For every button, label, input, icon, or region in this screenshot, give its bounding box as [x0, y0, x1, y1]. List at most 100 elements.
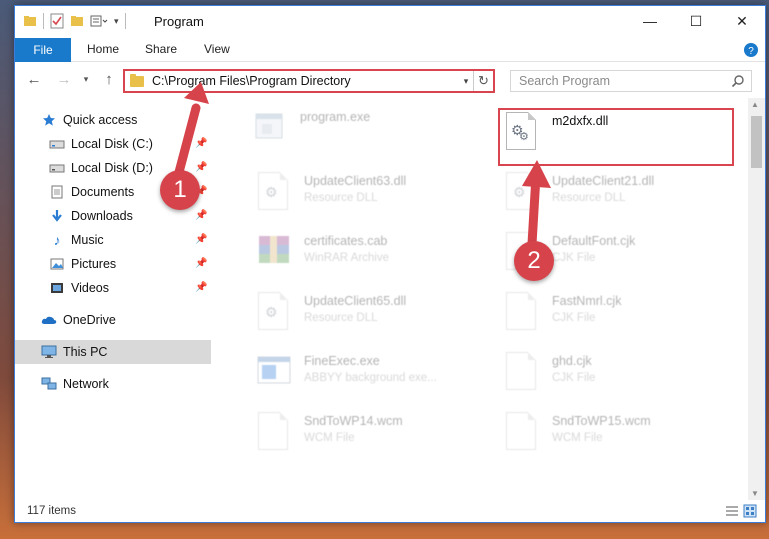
folder-icon [24, 16, 36, 26]
file-name: program.exe [300, 110, 371, 124]
sidebar-item-onedrive[interactable]: OneDrive [15, 308, 211, 332]
sidebar-item-label: Quick access [63, 113, 138, 127]
address-path[interactable]: C:\Program Files\Program Directory [152, 74, 459, 88]
tab-file[interactable]: File [15, 38, 71, 62]
tab-home[interactable]: Home [87, 42, 119, 56]
sidebar-item-label: Downloads [71, 209, 133, 223]
sidebar-item-label: Music [71, 233, 104, 247]
file-type: WCM File [304, 432, 355, 444]
file-type: WinRAR Archive [304, 252, 389, 264]
file-name: SndToWP14.wcm [304, 414, 403, 428]
sidebar-item-quick-access[interactable]: Quick access [15, 108, 211, 132]
help-icon[interactable]: ? [743, 42, 759, 58]
svg-text:?: ? [748, 46, 754, 57]
sidebar-item-network[interactable]: Network [15, 372, 211, 396]
refresh-icon[interactable]: ↻ [473, 71, 493, 91]
details-view-icon[interactable] [725, 504, 739, 518]
pin-icon[interactable]: 📌 [195, 162, 207, 173]
file-list: program.exe ⚙ ⚙ m2dxfx.dll ⚙ UpdateClien… [230, 98, 745, 498]
file-item[interactable]: FineExec.exe ABBYY background exe... [254, 350, 494, 400]
pin-icon[interactable]: 📌 [195, 138, 207, 149]
sidebar-item-label: OneDrive [63, 313, 116, 327]
file-name: certificates.cab [304, 234, 388, 248]
file-name: UpdateClient65.dll [304, 294, 407, 308]
file-item[interactable]: program.exe [250, 106, 490, 156]
file-explorer-window: ▾ Program — ☐ ✕ File Home Share View ? ←… [14, 5, 766, 523]
vertical-scrollbar[interactable]: ▲ ▼ [748, 98, 765, 500]
file-name: SndToWP15.wcm [552, 414, 651, 428]
drive-icon [49, 136, 65, 152]
sidebar-item-pictures[interactable]: Pictures 📌 [15, 252, 211, 276]
dll-gear-icon: ⚙ [502, 170, 542, 214]
file-type: Resource DLL [552, 192, 626, 204]
blank-file-icon [254, 410, 294, 454]
navigation-bar: ← → ▾ ↑ C:\Program Files\Program Directo… [15, 63, 765, 97]
exe-icon [250, 106, 290, 150]
recent-locations-icon[interactable]: ▾ [76, 69, 96, 89]
sidebar-item-videos[interactable]: Videos 📌 [15, 276, 211, 300]
toolbar-divider [43, 13, 44, 29]
file-item[interactable]: ⚙ UpdateClient63.dll Resource DLL [254, 170, 494, 220]
file-item[interactable]: ⚙ UpdateClient21.dll Resource DLL [502, 170, 742, 220]
file-highlight-box [498, 108, 734, 166]
pin-icon[interactable]: 📌 [195, 282, 207, 293]
item-count: 117 items [27, 505, 77, 517]
file-item[interactable]: FastNmrl.cjk CJK File [502, 290, 742, 340]
sidebar-item-label: This PC [63, 345, 108, 359]
up-arrow-icon[interactable]: ↑ [99, 69, 119, 89]
back-arrow-icon[interactable]: ← [24, 69, 44, 89]
sidebar-item-local-disk-c[interactable]: Local Disk (C:) 📌 [15, 132, 211, 156]
address-dropdown-icon[interactable]: ▾ [459, 76, 473, 87]
new-folder-icon[interactable] [70, 14, 84, 28]
pin-icon[interactable]: 📌 [195, 258, 207, 269]
file-type: ABBYY background exe... [304, 372, 437, 384]
file-item[interactable]: ghd.cjk CJK File [502, 350, 742, 400]
quick-access-toolbar: ▾ [23, 13, 126, 29]
maximize-button[interactable]: ☐ [673, 6, 719, 36]
pictures-icon [49, 256, 65, 272]
minimize-button[interactable]: — [627, 6, 673, 36]
file-item[interactable]: ⚙ UpdateClient65.dll Resource DLL [254, 290, 494, 340]
qat-dropdown-icon[interactable]: ▾ [114, 16, 119, 27]
customize-icon[interactable] [90, 14, 108, 28]
forward-arrow-icon[interactable]: → [54, 69, 74, 89]
search-icon[interactable] [731, 74, 745, 88]
pin-icon[interactable]: 📌 [195, 210, 207, 221]
window-title: Program [154, 14, 204, 29]
sidebar-item-label: Pictures [71, 257, 117, 271]
sidebar-item-this-pc[interactable]: This PC [15, 340, 211, 364]
scroll-up-icon[interactable]: ▲ [751, 100, 759, 109]
address-bar[interactable]: C:\Program Files\Program Directory ▾ ↻ [123, 69, 495, 93]
file-name: UpdateClient63.dll [304, 174, 407, 188]
documents-icon [49, 184, 65, 200]
sidebar-item-music[interactable]: ♪ Music 📌 [15, 228, 211, 252]
sidebar-item-label: Network [63, 377, 109, 391]
pin-icon[interactable]: 📌 [195, 234, 207, 245]
sidebar-item-label: Local Disk (C:) [71, 137, 153, 151]
file-name: FineExec.exe [304, 354, 380, 368]
cloud-icon [41, 312, 57, 328]
large-icons-view-icon[interactable] [743, 504, 757, 518]
status-bar: 117 items [15, 500, 765, 522]
sidebar-item-label: Videos [71, 281, 109, 295]
scroll-down-icon[interactable]: ▼ [751, 489, 759, 498]
file-item[interactable]: certificates.cab WinRAR Archive [254, 230, 494, 280]
tab-view[interactable]: View [204, 42, 230, 56]
file-name: FastNmrl.cjk [552, 294, 622, 308]
file-item[interactable]: SndToWP14.wcm WCM File [254, 410, 494, 460]
file-type: CJK File [552, 312, 596, 324]
file-item[interactable]: SndToWP15.wcm WCM File [502, 410, 742, 460]
file-type: CJK File [552, 372, 596, 384]
star-icon [41, 112, 57, 128]
folder-icon [130, 73, 144, 87]
close-button[interactable]: ✕ [719, 6, 765, 36]
tab-share[interactable]: Share [145, 42, 177, 56]
scrollbar-thumb[interactable] [751, 116, 762, 168]
music-icon: ♪ [53, 232, 61, 248]
dll-gear-icon: ⚙ [254, 170, 294, 214]
network-icon [41, 376, 57, 392]
properties-icon[interactable] [50, 13, 64, 29]
search-input[interactable]: Search Program [510, 70, 752, 92]
navigation-pane: Quick access Local Disk (C:) 📌 Local Dis… [15, 98, 211, 498]
blank-file-icon [502, 410, 542, 454]
